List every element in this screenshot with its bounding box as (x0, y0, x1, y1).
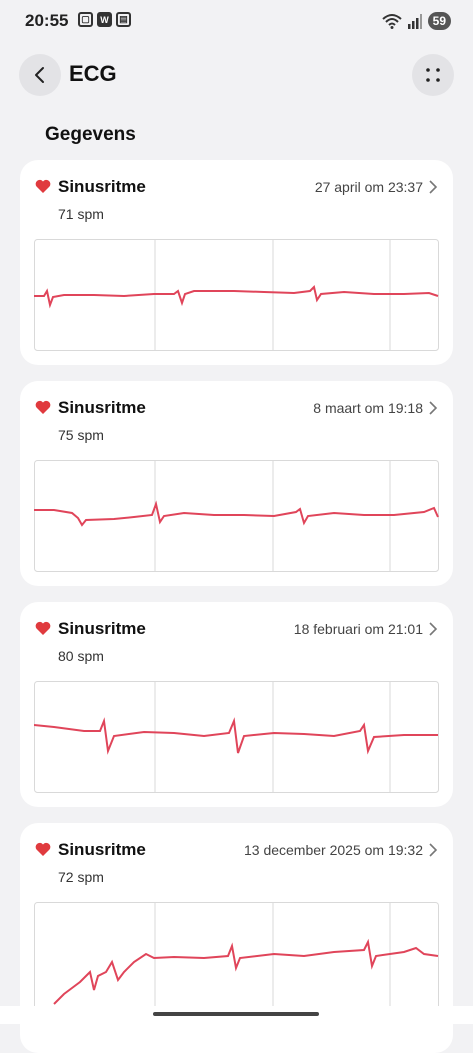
app-header: ECG (0, 52, 473, 98)
screenshot-icon: ▢ (78, 12, 93, 27)
rhythm-label: Sinusritme (58, 398, 146, 417)
more-options-button[interactable] (412, 54, 454, 96)
battery-indicator: 59 (427, 12, 451, 30)
device-icon: ▤ (116, 12, 131, 27)
heart-icon (35, 179, 51, 193)
signal-icon (407, 14, 422, 29)
record-date: 13 december 2025 om 19:32 (243, 842, 423, 858)
ecg-waveform (34, 681, 439, 793)
ecg-record-card[interactable]: Sinusritme 27 april om 23:37 71 spm (20, 160, 453, 365)
record-date: 27 april om 23:37 (314, 179, 423, 195)
heart-rate-value: 80 spm (58, 648, 104, 664)
page-title: ECG (69, 61, 117, 86)
chevron-right-icon (429, 180, 438, 194)
status-notification-icons: ▢ W ▤ (78, 12, 131, 27)
section-title: Gegevens (45, 124, 136, 145)
chevron-right-icon (429, 843, 438, 857)
status-right-icons: 59 (381, 12, 451, 30)
ecg-waveform (34, 902, 439, 1012)
record-date: 8 maart om 19:18 (313, 400, 423, 416)
rhythm-label: Sinusritme (58, 177, 146, 196)
wifi-icon (381, 14, 402, 29)
status-time: 20:55 (25, 11, 69, 30)
ecg-record-card[interactable]: Sinusritme 18 februari om 21:01 80 spm (20, 602, 453, 807)
home-indicator[interactable] (153, 1012, 319, 1016)
w-app-icon: W (97, 12, 112, 27)
rhythm-label: Sinusritme (58, 619, 146, 638)
heart-rate-value: 71 spm (58, 206, 104, 222)
ecg-waveform (34, 460, 439, 572)
heart-icon (35, 400, 51, 414)
heart-rate-value: 75 spm (58, 427, 104, 443)
chevron-right-icon (429, 401, 438, 415)
heart-rate-value: 72 spm (58, 869, 104, 885)
chevron-right-icon (429, 622, 438, 636)
status-bar: 20:55 ▢ W ▤ 59 (0, 0, 473, 42)
record-date: 18 februari om 21:01 (293, 621, 423, 637)
chevron-left-icon (35, 67, 44, 83)
grid-dots-icon (426, 68, 440, 82)
back-button[interactable] (19, 54, 61, 96)
rhythm-label: Sinusritme (58, 840, 146, 859)
heart-icon (35, 842, 51, 856)
ecg-waveform (34, 239, 439, 351)
ecg-record-card[interactable]: Sinusritme 8 maart om 19:18 75 spm (20, 381, 453, 586)
heart-icon (35, 621, 51, 635)
